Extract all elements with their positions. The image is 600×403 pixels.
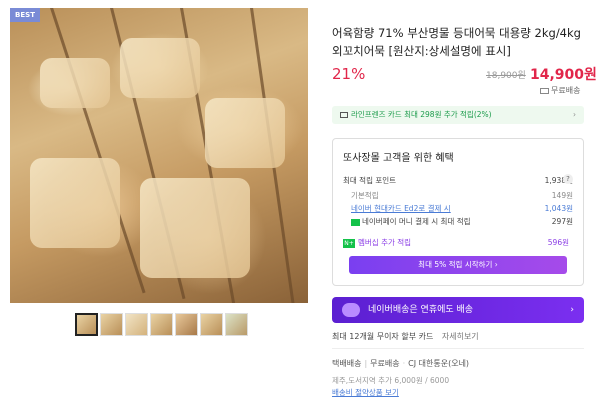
thumbnail[interactable] [225,313,248,336]
installment-info: 최대 12개월 무이자 할부 카드 자세히보기 [332,331,479,342]
thumbnail[interactable] [200,313,223,336]
divider [332,348,584,349]
membership-value: 596원 [547,238,569,247]
membership-row: N+ 멤버십 추가 적립 596원 [343,237,573,248]
naverpay-icon [351,218,360,226]
chevron-right-icon: › [570,305,574,315]
max-points-label: 최대 적립 포인트 [343,176,397,185]
benefit-box: 또사장몰 고객을 위한 혜택 최대 적립 포인트 1,938원 ? 기본적립 1… [332,138,584,286]
benefit-row-label: 기본적립 [351,191,379,200]
installment-more-link[interactable]: 자세히보기 [442,332,479,341]
thumbnail-strip [75,313,248,336]
delivery-carrier: CJ 대한통운(오네) [408,359,470,368]
thumbnail[interactable] [125,313,148,336]
shipping-label: 무료배송 [551,86,581,95]
thumbnail[interactable] [150,313,173,336]
thumbnail[interactable] [75,313,98,336]
naver-plus-icon: N+ [343,238,355,248]
credit-card-icon [340,112,348,118]
discount-rate: 21% [332,65,366,83]
delivery-type: 택배배송 [332,359,362,368]
naver-delivery-text: 네이버배송은 연휴에도 배송 [368,305,474,315]
benefit-row-value: 297원 [551,217,573,226]
fishcake [205,98,285,168]
fishcake [30,158,120,248]
thumbnail[interactable] [175,313,198,336]
benefit-row-value: 1,043원 [544,204,573,213]
benefit-row-hyundai-card[interactable]: 네이버 현대카드 Ed2로 결제 시 1,043원 [343,203,573,214]
installment-text: 최대 12개월 무이자 할부 카드 [332,332,434,341]
shipping-info: 무료배송 [540,85,580,96]
card-promo-banner[interactable]: 라인프렌즈 카드 최대 298원 추가 적립(2%) › [332,106,584,124]
sale-price: 14,900원 [530,67,597,83]
benefit-row-value: 149원 [551,191,573,200]
delivery-extra-fee: 제주,도서지역 추가 6,000원 / 6000 [332,376,450,385]
membership-start-button[interactable]: 최대 5% 적립 시작하기 › [349,256,567,274]
product-main-image[interactable] [10,8,308,303]
fishcake [120,38,200,98]
fishcake [40,58,110,108]
thumbnail[interactable] [100,313,123,336]
max-points-row: 최대 적립 포인트 1,938원 ? [343,174,573,186]
product-title: 어육함량 71% 부산명물 등대어묵 대용량 2kg/4kg 외꼬치어묵 [원산… [332,26,581,58]
delivery-fee: 무료배송 [370,359,400,368]
benefit-row-naverpay: 네이버페이 머니 결제 시 최대 적립 297원 [343,216,573,227]
best-badge: BEST [10,8,40,22]
membership-label: 멤버십 추가 적립 [358,238,412,247]
chevron-right-icon: › [573,110,576,119]
benefit-row-label[interactable]: 네이버 현대카드 Ed2로 결제 시 [351,204,451,213]
benefit-row-basic: 기본적립 149원 [343,190,573,201]
fishcake [140,178,250,278]
bundle-products-link[interactable]: 배송비 절약상품 보기 [332,387,399,398]
help-icon[interactable]: ? [563,174,573,184]
truck-icon [540,87,549,94]
card-promo-text: 라인프렌즈 카드 최대 298원 추가 적립(2%) [351,110,492,119]
naver-delivery-banner[interactable]: 네이버배송은 연휴에도 배송 › [332,297,584,323]
benefit-row-label: 네이버페이 머니 결제 시 최대 적립 [362,217,471,226]
benefit-title: 또사장몰 고객을 위한 혜택 [343,153,454,164]
naver-delivery-logo-icon [342,303,360,317]
delivery-info: 택배배송 | 무료배송 · CJ 대한통운(오네) [332,359,470,368]
original-price: 18,900원 [486,71,526,81]
